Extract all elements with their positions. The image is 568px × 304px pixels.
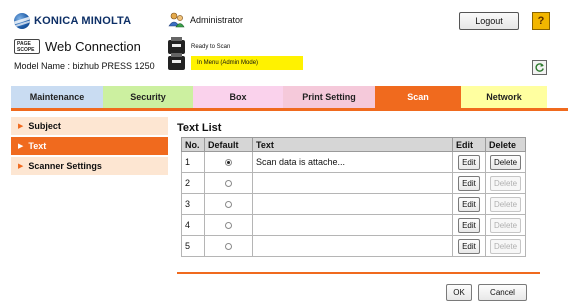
device-status: Ready to Scan	[168, 37, 231, 54]
edit-cell: Edit	[452, 193, 486, 215]
column-header-no: No.	[181, 137, 205, 152]
table-header-row: No. Default Text Edit Delete	[181, 137, 526, 152]
edit-cell: Edit	[452, 214, 486, 236]
text-cell: Scan data is attache...	[252, 151, 453, 173]
edit-button[interactable]: Edit	[458, 196, 480, 212]
column-header-edit: Edit	[452, 137, 486, 152]
default-radio[interactable]	[225, 159, 232, 167]
brand-name: KONICA MINOLTA	[34, 15, 132, 27]
row-number: 4	[181, 214, 205, 236]
tab-print-setting[interactable]: Print Setting	[283, 86, 375, 108]
delete-button: Delete	[489, 238, 522, 254]
main-tabs: Maintenance Security Box Print Setting S…	[11, 86, 547, 108]
administrator-users-icon	[168, 11, 185, 28]
product-title: PAGE SCOPE Web Connection	[14, 39, 141, 54]
text-list-table: No. Default Text Edit Delete 1 Scan data …	[181, 137, 526, 257]
default-radio[interactable]	[225, 243, 232, 251]
delete-cell: Delete	[485, 214, 526, 236]
arrow-right-icon: ▶	[18, 123, 24, 130]
user-name: Administrator	[190, 14, 244, 25]
arrow-right-icon: ▶	[18, 163, 24, 170]
column-header-text: Text	[252, 137, 453, 152]
default-cell	[204, 172, 253, 194]
konica-minolta-globe-icon	[14, 13, 30, 29]
edit-button[interactable]: Edit	[458, 238, 480, 254]
delete-button[interactable]: Delete	[489, 154, 522, 170]
sidebar-item-label: Scanner Settings	[28, 161, 102, 171]
column-header-default: Default	[204, 137, 253, 152]
arrow-right-icon: ▶	[18, 143, 24, 150]
delete-cell: Delete	[485, 193, 526, 215]
refresh-icon[interactable]	[532, 60, 547, 75]
sidebar-item-scanner-settings[interactable]: ▶ Scanner Settings	[11, 157, 168, 175]
delete-button: Delete	[489, 217, 522, 233]
text-cell	[252, 214, 453, 236]
footer-divider	[177, 272, 540, 274]
default-radio[interactable]	[225, 201, 232, 209]
default-cell	[204, 193, 253, 215]
edit-button[interactable]: Edit	[458, 154, 480, 170]
table-row: 4 Edit Delete	[181, 214, 526, 236]
page-title: Text List	[177, 122, 222, 134]
edit-cell: Edit	[452, 235, 486, 257]
edit-button[interactable]: Edit	[458, 175, 480, 191]
edit-cell: Edit	[452, 151, 486, 173]
status-mode-badge: In Menu (Admin Mode)	[191, 56, 303, 70]
tab-scan[interactable]: Scan	[375, 86, 461, 108]
delete-cell: Delete	[485, 151, 526, 173]
ok-button[interactable]: OK	[446, 284, 472, 301]
default-radio[interactable]	[225, 180, 232, 188]
cancel-button[interactable]: Cancel	[478, 284, 527, 301]
edit-button[interactable]: Edit	[458, 217, 480, 233]
tab-maintenance[interactable]: Maintenance	[11, 86, 103, 108]
mode-status: In Menu (Admin Mode)	[168, 53, 303, 70]
delete-button: Delete	[489, 196, 522, 212]
model-name: Model Name : bizhub PRESS 1250	[14, 61, 155, 71]
printer-icon	[168, 53, 185, 70]
delete-button: Delete	[489, 175, 522, 191]
table-row: 3 Edit Delete	[181, 193, 526, 215]
default-radio[interactable]	[225, 222, 232, 230]
logout-button[interactable]: Logout	[459, 12, 519, 30]
delete-cell: Delete	[485, 172, 526, 194]
table-row: 5 Edit Delete	[181, 235, 526, 257]
default-cell	[204, 214, 253, 236]
tab-security[interactable]: Security	[103, 86, 193, 108]
brand-logo: KONICA MINOLTA	[14, 13, 131, 29]
text-cell	[252, 172, 453, 194]
table-row: 2 Edit Delete	[181, 172, 526, 194]
delete-cell: Delete	[485, 235, 526, 257]
default-cell	[204, 235, 253, 257]
tab-network[interactable]: Network	[461, 86, 547, 108]
row-number: 5	[181, 235, 205, 257]
scanner-icon	[168, 37, 185, 54]
sidebar-item-text[interactable]: ▶ Text	[11, 137, 168, 155]
tab-box[interactable]: Box	[193, 86, 283, 108]
product-name: Web Connection	[45, 39, 141, 54]
sidebar-item-label: Subject	[28, 121, 61, 131]
row-number: 2	[181, 172, 205, 194]
default-cell	[204, 151, 253, 173]
pagescope-badge-icon: PAGE SCOPE	[14, 39, 40, 54]
row-number: 1	[181, 151, 205, 173]
edit-cell: Edit	[452, 172, 486, 194]
help-icon[interactable]: ?	[532, 12, 550, 30]
tab-divider	[11, 108, 568, 111]
sidebar: ▶ Subject ▶ Text ▶ Scanner Settings	[11, 117, 168, 177]
row-number: 3	[181, 193, 205, 215]
column-header-delete: Delete	[485, 137, 526, 152]
sidebar-item-label: Text	[28, 141, 47, 151]
text-cell	[252, 235, 453, 257]
sidebar-item-subject[interactable]: ▶ Subject	[11, 117, 168, 135]
status-ready-text: Ready to Scan	[191, 44, 231, 50]
text-cell	[252, 193, 453, 215]
current-user: Administrator	[168, 11, 243, 28]
table-row: 1 Scan data is attache... Edit Delete	[181, 151, 526, 173]
